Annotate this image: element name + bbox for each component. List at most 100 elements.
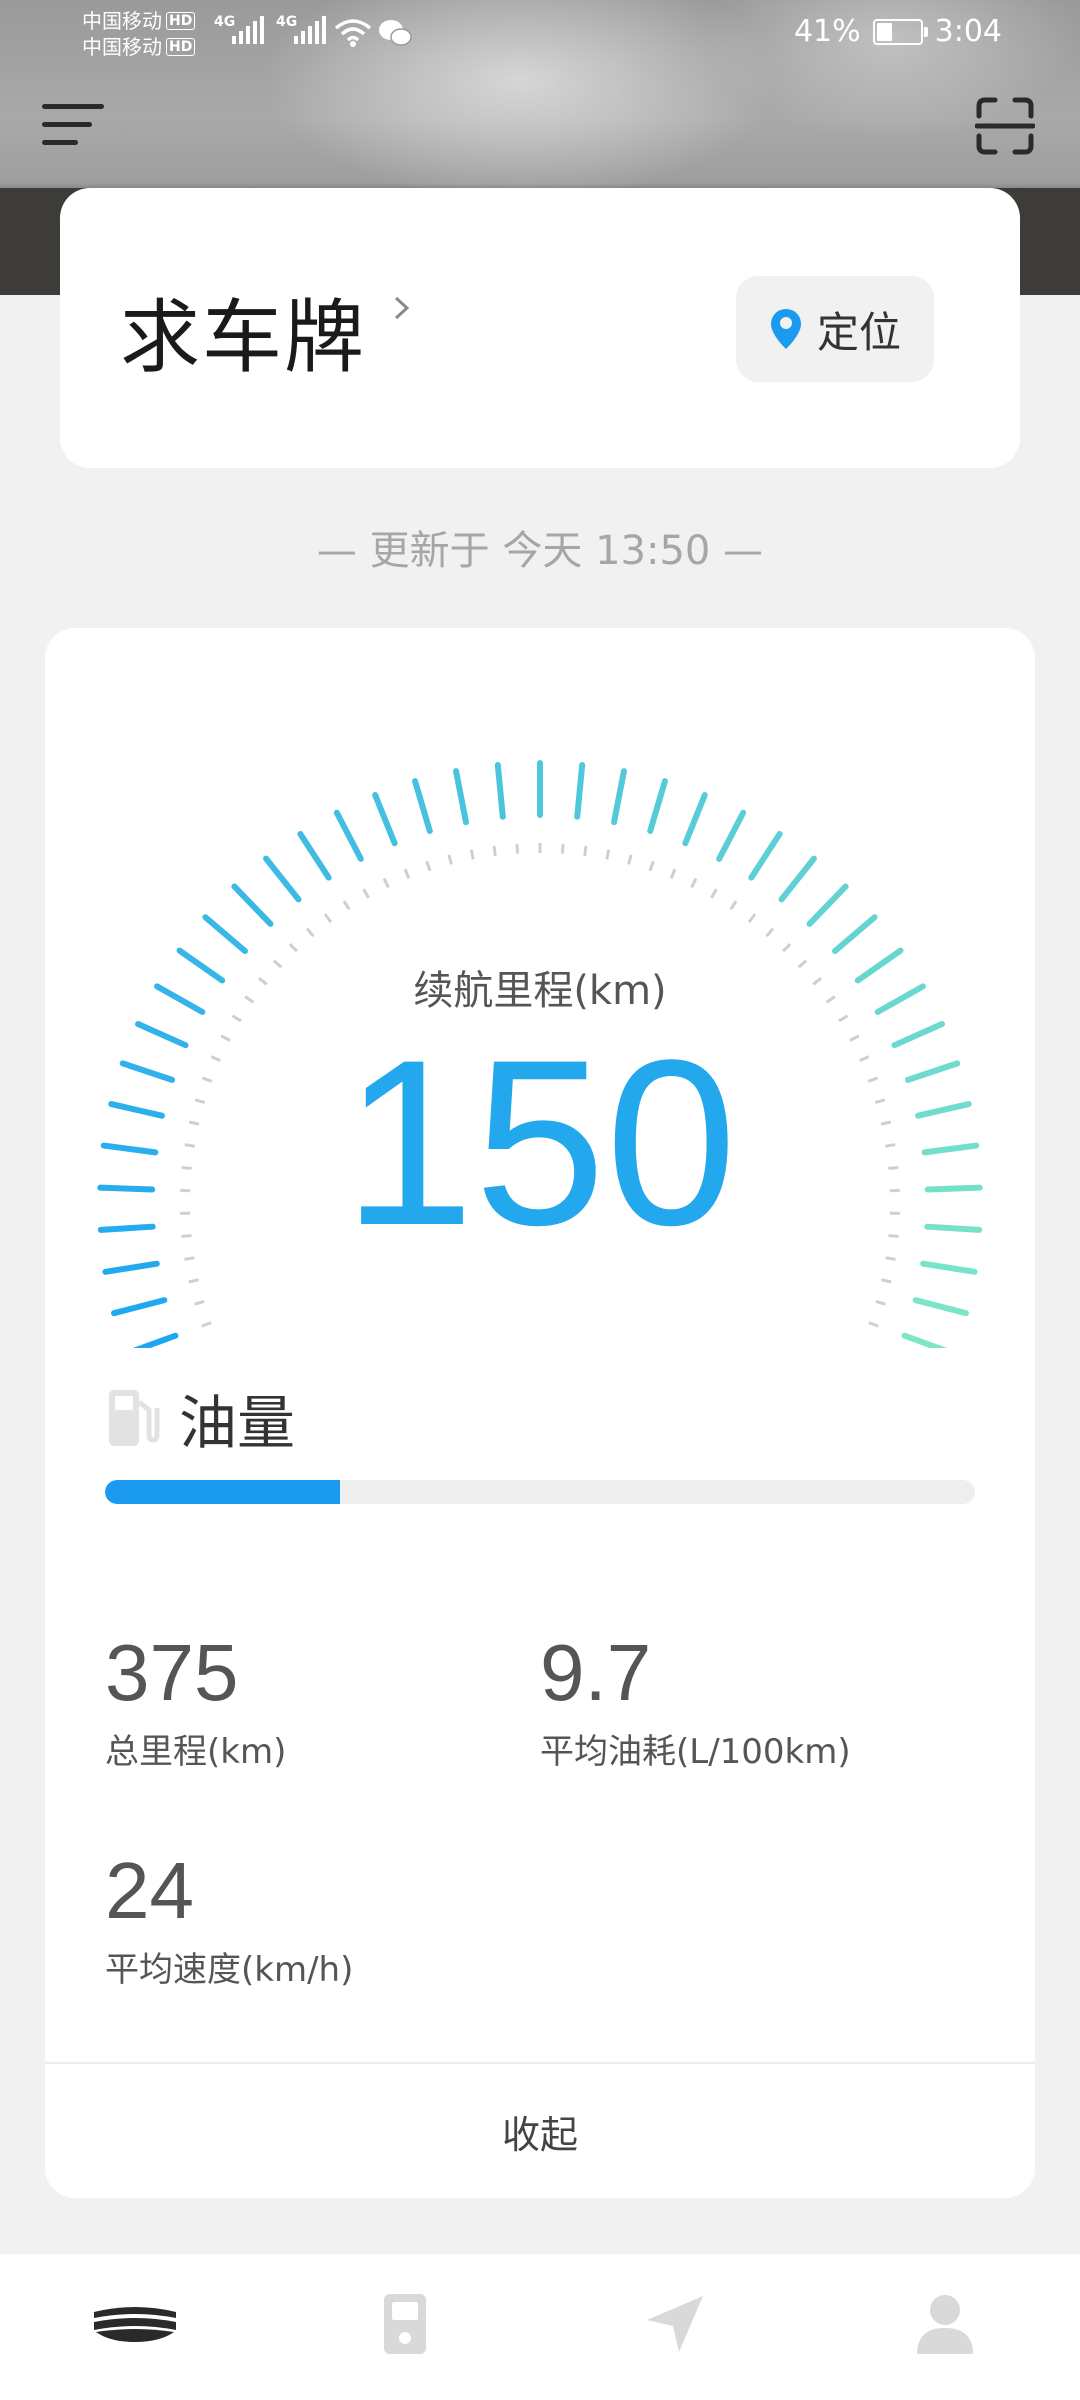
gauge-minor-tick (288, 942, 298, 953)
stat-avg-speed: 24 平均速度(km/h) (105, 1846, 353, 1991)
gauge-tick (682, 792, 708, 847)
fuel-label: 油量 (179, 1389, 296, 1457)
stat-label: 平均速度(km/h) (105, 1950, 354, 1990)
fuel-header: 油量 (105, 1376, 295, 1460)
fuel-level-fill (105, 1480, 340, 1504)
signal-icon (232, 16, 264, 44)
gauge-tick (920, 1260, 978, 1275)
gauge-minor-tick (560, 843, 565, 854)
gauge-minor-tick (382, 877, 390, 889)
wechat-icon (379, 20, 412, 46)
collapse-button[interactable]: 收起 (45, 2064, 1035, 2198)
gauge-minor-tick (447, 854, 453, 865)
wifi-icon (334, 19, 372, 47)
gauge-tick (912, 1297, 969, 1317)
bottom-navigation (0, 2254, 1080, 2400)
locate-label: 定位 (816, 307, 901, 357)
stat-value: 375 (105, 1628, 239, 1717)
gauge-minor-tick (669, 868, 677, 880)
vehicle-tab[interactable] (75, 2274, 195, 2374)
gauge-minor-tick (605, 849, 611, 860)
stat-label: 平均油耗(L/100km) (540, 1732, 851, 1772)
gauge-minor-tick (188, 1278, 199, 1284)
range-label: 续航里程(km) (413, 968, 667, 1014)
update-time: — 更新于 今天 13:50 — (316, 528, 764, 574)
gauge-tick (716, 809, 747, 862)
hd-badge: HD (166, 38, 196, 56)
navigation-arrow-icon (647, 2296, 703, 2352)
plate-number[interactable]: 求车牌 (120, 273, 366, 389)
navigation-tab[interactable] (615, 2274, 735, 2374)
gauge-tick (333, 809, 364, 862)
gauge-minor-tick (881, 1278, 892, 1284)
gauge-minor-tick (747, 913, 757, 924)
person-icon (917, 2295, 973, 2354)
gauge-minor-tick (231, 1014, 242, 1023)
gauge-tick (806, 883, 849, 927)
profile-tab[interactable] (885, 2274, 1005, 2374)
hd-badge: HD (166, 12, 196, 30)
stat-value: 24 (105, 1846, 194, 1935)
gauge-tick (647, 778, 668, 834)
location-pin-icon (770, 309, 801, 349)
gauge-minor-tick (201, 1321, 212, 1328)
fuel-level-bar (105, 1480, 975, 1504)
gauge-tick (832, 914, 878, 955)
gauge-tick (372, 792, 398, 847)
status-bar: 中国移动 HD 中国移动 HD 4G 4G 41% 3:04 (0, 0, 1080, 70)
gauge-tick (231, 883, 274, 927)
car-logo-icon (94, 2307, 176, 2342)
gauge-minor-tick (515, 843, 520, 854)
vehicle-card: 求车牌 定位 (60, 188, 1020, 468)
gauge-minor-tick (782, 942, 792, 953)
gauge-minor-tick (765, 927, 775, 938)
gauge-minor-tick (469, 849, 475, 860)
gauge-minor-tick (729, 900, 738, 911)
gauge-minor-tick (492, 845, 497, 857)
scan-icon[interactable] (975, 96, 1035, 156)
gauge-minor-tick (627, 854, 633, 865)
signal-icon (294, 16, 326, 44)
gauge-tick (132, 1332, 179, 1348)
fuel-tab[interactable] (345, 2274, 465, 2374)
gauge-tick (748, 830, 783, 881)
gauge-tick (102, 1260, 160, 1275)
locate-button[interactable]: 定位 (736, 276, 934, 382)
gauge-minor-tick (875, 1299, 886, 1306)
gauge-minor-tick (362, 888, 370, 899)
gauge-tick (263, 855, 302, 903)
stat-avg-fuel: 9.7 平均油耗(L/100km) (540, 1628, 851, 1773)
gauge-tick (202, 914, 248, 955)
gauge-minor-tick (648, 860, 655, 872)
gauge-minor-tick (403, 868, 411, 880)
vehicle-status-card: 续航里程(km) 150 油量 375 总里程(km) 9.7 平均油耗(L/1… (45, 628, 1035, 2198)
gauge-minor-tick (194, 1299, 205, 1306)
chevron-right-icon[interactable] (390, 296, 414, 320)
gauge-tick (901, 1332, 948, 1348)
carrier-1: 中国移动 (82, 9, 162, 33)
gauge-minor-tick (710, 888, 718, 899)
gauge-tick (412, 778, 433, 834)
gauge-minor-tick (342, 900, 351, 911)
battery-percent: 41% (793, 14, 861, 49)
gauge-tick (111, 1297, 168, 1317)
gauge-minor-tick (323, 913, 333, 924)
carrier-info: 中国移动 HD 中国移动 HD (82, 8, 196, 60)
fuel-pump-icon (109, 1390, 160, 1446)
stat-total-mileage: 375 总里程(km) (105, 1628, 286, 1773)
gauge-tick (453, 768, 469, 826)
gauge-tick (611, 768, 627, 826)
carrier-2: 中国移动 (82, 35, 162, 59)
gauge-minor-tick (305, 927, 315, 938)
clock: 3:04 (934, 14, 1002, 49)
gauge-tick (297, 830, 332, 881)
range-value: 150 (343, 1011, 737, 1275)
gauge-minor-tick (868, 1321, 879, 1328)
status-right: 41% 3:04 (794, 14, 1002, 49)
menu-icon[interactable] (42, 102, 106, 148)
gauge-minor-tick (425, 860, 432, 872)
gauge-minor-tick (690, 877, 698, 889)
stat-label: 总里程(km) (105, 1732, 287, 1772)
gauge-tick (494, 762, 506, 820)
gauge-minor-tick (838, 1014, 849, 1023)
